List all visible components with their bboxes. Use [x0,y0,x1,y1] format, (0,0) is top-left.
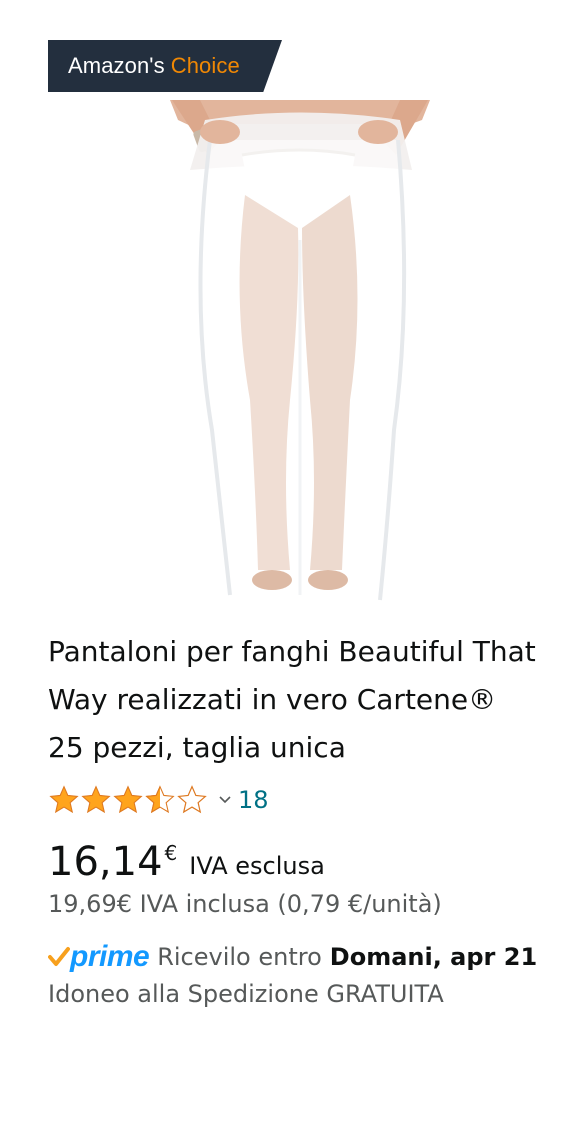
prime-logo: prime [48,940,150,974]
free-shipping-text: Idoneo alla Spedizione GRATUITA [48,980,444,1008]
price-currency: € [164,841,178,865]
badge-prefix: Amazon's [68,53,165,78]
delivery-lead: Ricevilo entro [157,943,322,971]
delivery-date: Domani, apr 21 [329,943,538,971]
price-note: IVA esclusa [189,852,325,880]
rating-row[interactable]: 18 [48,783,269,817]
prime-delivery-row: prime Ricevilo entro Domani, apr 21 [48,940,537,974]
chevron-down-icon[interactable] [218,793,232,807]
star-empty-icon [177,785,207,814]
star-rating[interactable] [48,784,208,816]
price-main: 16,14 [48,839,163,885]
review-count-link[interactable]: 18 [238,786,269,814]
amazons-choice-badge: Amazon's Choice [48,40,282,92]
badge-highlight: Choice [170,53,240,78]
product-title[interactable]: Pantaloni per fanghi Beautiful That Way … [48,628,538,772]
prime-label: prime [70,940,150,973]
star-half-icon [145,785,175,814]
product-card[interactable]: Amazon's Choice Pantaloni per fanghi Bea… [0,0,572,1144]
price-inclusive: 19,69€ IVA inclusa (0,79 €/unità) [48,890,442,918]
star-full-icon [113,785,143,814]
star-full-icon [49,785,79,814]
star-full-icon [81,785,111,814]
prime-check-icon [48,947,70,966]
price-row: 16,14 € IVA esclusa [48,838,325,886]
product-image[interactable] [150,100,450,610]
